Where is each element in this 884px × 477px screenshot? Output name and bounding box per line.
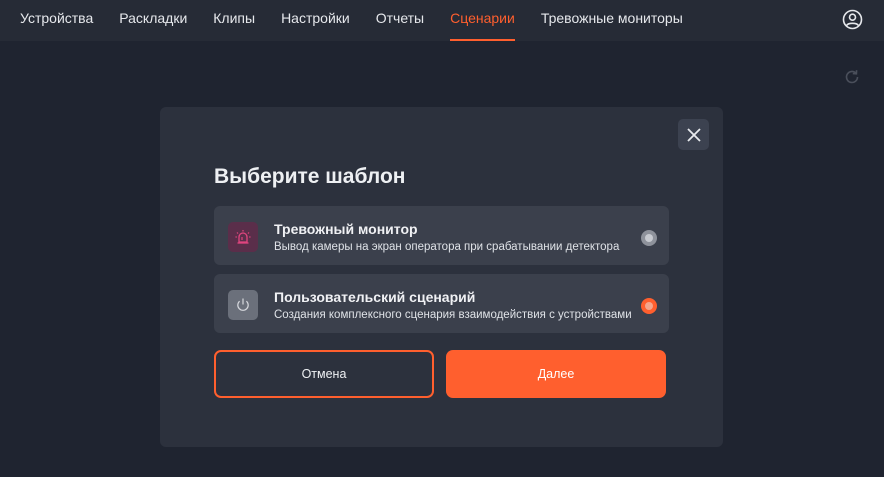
- option-custom-scenario[interactable]: Пользовательский сценарий Создания компл…: [214, 274, 669, 333]
- tab-scenarios[interactable]: Сценарии: [437, 0, 528, 41]
- next-button[interactable]: Далее: [446, 350, 666, 398]
- user-circle-icon[interactable]: [842, 9, 863, 30]
- tab-clips[interactable]: Клипы: [200, 0, 268, 41]
- cancel-button[interactable]: Отмена: [214, 350, 434, 398]
- option-title: Тревожный монитор: [274, 221, 418, 237]
- tab-devices[interactable]: Устройства: [7, 0, 106, 41]
- close-icon: [686, 127, 701, 142]
- option-description: Создания комплексного сценария взаимодей…: [274, 309, 632, 321]
- dialog-title: Выберите шаблон: [214, 165, 406, 188]
- template-dialog: Выберите шаблон Тревожный монитор Вывод …: [160, 107, 723, 447]
- tab-alarm-monitors[interactable]: Тревожные мониторы: [528, 0, 696, 41]
- top-navigation: Устройства Раскладки Клипы Настройки Отч…: [0, 0, 884, 41]
- option-alarm-monitor[interactable]: Тревожный монитор Вывод камеры на экран …: [214, 206, 669, 265]
- radio-alarm-monitor[interactable]: [641, 230, 657, 246]
- alarm-siren-icon: [228, 222, 258, 252]
- power-icon: [228, 290, 258, 320]
- tab-layouts[interactable]: Раскладки: [106, 0, 200, 41]
- option-description: Вывод камеры на экран оператора при сраб…: [274, 241, 620, 253]
- close-button[interactable]: [678, 119, 709, 150]
- tab-reports[interactable]: Отчеты: [363, 0, 437, 41]
- refresh-icon[interactable]: [843, 68, 861, 86]
- tab-settings[interactable]: Настройки: [268, 0, 363, 41]
- option-title: Пользовательский сценарий: [274, 289, 476, 305]
- radio-custom-scenario[interactable]: [641, 298, 657, 314]
